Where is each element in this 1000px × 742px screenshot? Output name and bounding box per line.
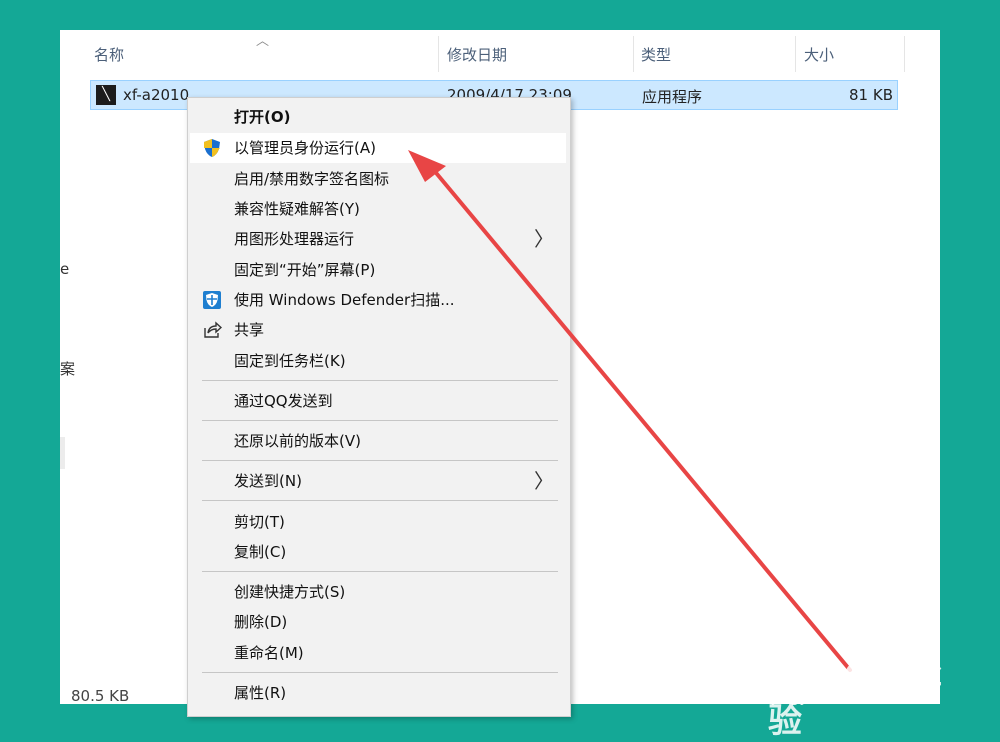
menu-item-label: 剪切(T) <box>234 513 285 531</box>
defender-icon <box>203 291 221 309</box>
column-divider[interactable] <box>438 36 439 72</box>
context-menu: 打开(O) 以管理员身份运行(A) 启用/禁用数字签名图标 兼容性疑难解答(Y)… <box>187 97 571 717</box>
nav-pane-fragment[interactable]: 案 <box>60 358 75 379</box>
uac-shield-icon <box>204 139 220 157</box>
menu-separator <box>202 672 558 673</box>
menu-separator <box>202 500 558 501</box>
baidu-jingyan-watermark: Bai du 经验 jingyan.baidu.com <box>768 630 948 741</box>
menu-item-label: 固定到任务栏(K) <box>234 352 346 370</box>
menu-item-send-to[interactable]: 发送到(N) 〉 <box>190 466 566 496</box>
menu-item-label: 发送到(N) <box>234 472 302 490</box>
file-name: xf-a2010 <box>123 86 190 104</box>
column-divider[interactable] <box>633 36 634 72</box>
menu-item-label: 共享 <box>234 321 265 339</box>
menu-item-label: 创建快捷方式(S) <box>234 583 346 601</box>
menu-item-run-with-gpu[interactable]: 用图形处理器运行 〉 <box>190 224 566 254</box>
menu-item-label: 固定到“开始”屏幕(P) <box>234 261 376 279</box>
menu-item-copy[interactable]: 复制(C) <box>190 537 566 567</box>
column-divider[interactable] <box>904 36 905 72</box>
menu-item-label: 重命名(M) <box>234 644 304 662</box>
chevron-right-icon: 〉 <box>534 227 554 251</box>
menu-item-label: 用图形处理器运行 <box>234 230 355 248</box>
menu-item-label: 属性(R) <box>234 684 287 702</box>
menu-item-label: 删除(D) <box>234 613 288 631</box>
nav-pane-selection <box>60 437 65 469</box>
column-name[interactable]: 名称 <box>94 44 124 65</box>
menu-item-share[interactable]: 共享 <box>190 315 566 345</box>
menu-item-label: 通过QQ发送到 <box>234 392 333 410</box>
menu-item-run-as-admin[interactable]: 以管理员身份运行(A) <box>190 133 566 163</box>
menu-item-label: 打开(O) <box>234 108 291 126</box>
menu-item-send-via-qq[interactable]: 通过QQ发送到 <box>190 386 566 416</box>
menu-separator <box>202 571 558 572</box>
menu-item-label: 使用 Windows Defender扫描... <box>234 291 455 309</box>
watermark-url: jingyan.baidu.com <box>772 688 911 706</box>
menu-item-label: 以管理员身份运行(A) <box>234 139 376 157</box>
menu-separator <box>202 460 558 461</box>
file-size: 81 KB <box>849 86 893 104</box>
sort-ascending-icon: ︿ <box>256 34 270 49</box>
column-divider[interactable] <box>795 36 796 72</box>
column-size[interactable]: 大小 <box>804 44 834 65</box>
menu-item-properties[interactable]: 属性(R) <box>190 678 566 708</box>
menu-item-open[interactable]: 打开(O) <box>190 102 566 132</box>
share-icon <box>204 321 222 338</box>
menu-item-cut[interactable]: 剪切(T) <box>190 507 566 537</box>
menu-item-create-shortcut[interactable]: 创建快捷方式(S) <box>190 577 566 607</box>
menu-item-digital-signature[interactable]: 启用/禁用数字签名图标 <box>190 164 566 194</box>
menu-item-delete[interactable]: 删除(D) <box>190 607 566 637</box>
menu-item-label: 还原以前的版本(V) <box>234 432 361 450</box>
nav-pane-fragment[interactable]: e <box>60 260 69 278</box>
menu-item-rename[interactable]: 重命名(M) <box>190 638 566 668</box>
chevron-right-icon: 〉 <box>534 469 554 493</box>
menu-separator <box>202 380 558 381</box>
column-modified[interactable]: 修改日期 <box>447 44 507 65</box>
menu-item-compatibility[interactable]: 兼容性疑难解答(Y) <box>190 194 566 224</box>
menu-item-label: 兼容性疑难解答(Y) <box>234 200 360 218</box>
menu-item-label: 复制(C) <box>234 543 287 561</box>
column-type[interactable]: 类型 <box>641 44 671 65</box>
file-type: 应用程序 <box>642 88 703 106</box>
application-icon: ╲ <box>96 85 116 105</box>
status-bar-size: 80.5 KB <box>71 687 130 704</box>
menu-item-defender-scan[interactable]: 使用 Windows Defender扫描... <box>190 285 566 315</box>
column-header: ︿ 名称 修改日期 类型 大小 <box>60 30 940 78</box>
menu-separator <box>202 420 558 421</box>
menu-item-label: 启用/禁用数字签名图标 <box>234 170 390 188</box>
menu-item-pin-to-taskbar[interactable]: 固定到任务栏(K) <box>190 346 566 376</box>
menu-item-pin-to-start[interactable]: 固定到“开始”屏幕(P) <box>190 255 566 285</box>
menu-item-restore-versions[interactable]: 还原以前的版本(V) <box>190 426 566 456</box>
